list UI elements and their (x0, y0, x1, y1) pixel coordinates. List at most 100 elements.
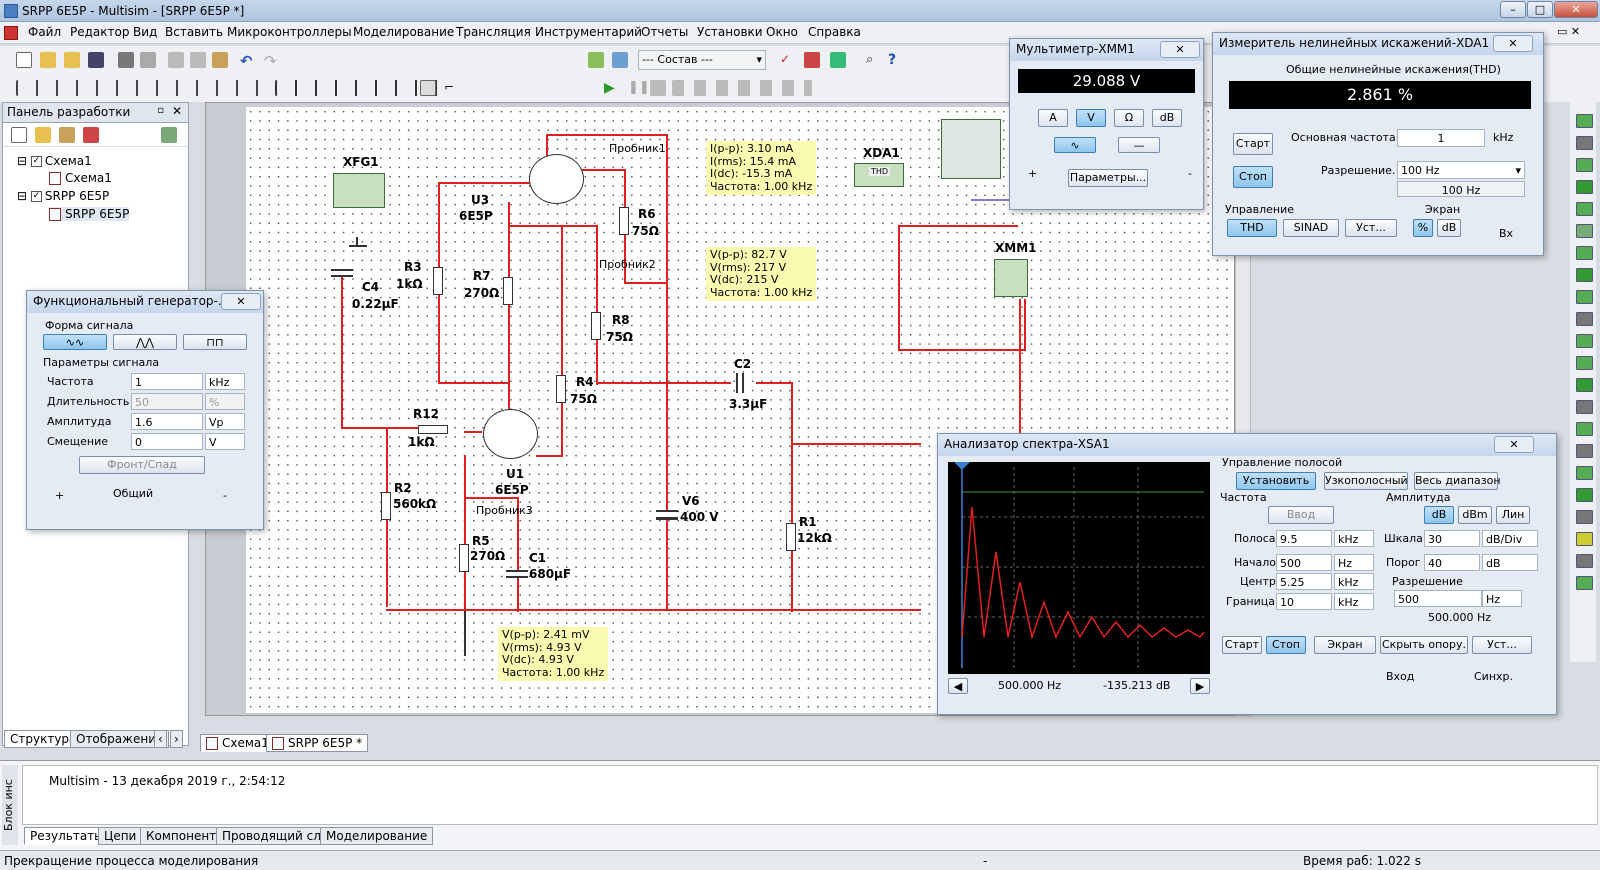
wire[interactable] (438, 182, 533, 184)
wire[interactable] (666, 134, 668, 609)
thd-settings-button[interactable]: Уст... (1345, 219, 1397, 237)
set-span-button[interactable]: Установить (1236, 472, 1316, 490)
zero-span-button[interactable]: Узкополосный (1324, 472, 1408, 490)
erc-icon[interactable]: ✓ (780, 52, 796, 68)
enter-button[interactable]: Ввод (1268, 506, 1334, 524)
spectrum-analyzer-xsa1[interactable] (941, 119, 1001, 179)
battery-v6[interactable] (656, 510, 678, 520)
threshold-unit[interactable]: dB (1482, 554, 1538, 571)
instrument-oscilloscope-icon[interactable] (1576, 180, 1593, 194)
end-freq-unit[interactable]: kHz (1334, 593, 1374, 610)
wire[interactable] (341, 427, 386, 429)
resistor-r4[interactable] (556, 375, 566, 403)
cursor-right-button[interactable]: ▶ (1190, 678, 1210, 694)
component-icon[interactable] (588, 52, 604, 68)
amplitude-input[interactable]: 1.6 (131, 413, 203, 430)
multimeter-dialog-title[interactable]: Мультиметр-XMM1 ✕ (1010, 39, 1203, 61)
span-unit[interactable]: kHz (1334, 530, 1374, 547)
frequency-input[interactable]: 1 (131, 373, 203, 390)
capacitor-c2[interactable] (736, 373, 744, 393)
tab-srpp[interactable]: SRPP 6E5P * (266, 734, 369, 752)
tab-nets[interactable]: Цепи (98, 827, 143, 845)
instrument-current-probe-icon[interactable] (1576, 554, 1593, 568)
wire[interactable] (791, 382, 793, 612)
instrument-distortion-icon[interactable] (1576, 356, 1593, 370)
multimeter-params-button[interactable]: Параметры... (1068, 169, 1148, 187)
rise-fall-button[interactable]: Фронт/Спад (79, 456, 205, 474)
tube-u3[interactable] (529, 154, 584, 204)
center-freq-unit[interactable]: kHz (1334, 573, 1374, 590)
wire[interactable] (386, 427, 421, 429)
maximize-button[interactable]: □ (1527, 1, 1553, 18)
sinad-mode-button[interactable]: SINAD (1283, 219, 1339, 237)
toolbox-side-tab[interactable]: Блок инс (2, 765, 18, 845)
resolution-select[interactable]: 100 Hz ▾ (1397, 161, 1525, 179)
wire[interactable] (624, 282, 668, 284)
mode-volt-button[interactable]: V (1076, 109, 1106, 127)
frequency-unit[interactable]: kHz (205, 373, 245, 390)
mode-db-button[interactable]: dB (1152, 109, 1182, 127)
tree-node-scheme1[interactable]: ⊟ ✓ Схема1 (17, 154, 92, 168)
amplitude-unit[interactable]: Vp (205, 413, 245, 430)
menu-window[interactable]: Окно (766, 25, 798, 39)
instrument-extra-icon[interactable] (1576, 576, 1593, 590)
instrument-4ch-scope-icon[interactable] (1576, 202, 1593, 216)
cut-icon[interactable] (168, 52, 184, 68)
fgen-dialog-title[interactable]: Функциональный генератор-... ✕ (27, 291, 263, 313)
resistor-r3[interactable] (433, 267, 443, 295)
amp-lin-button[interactable]: Лин (1496, 506, 1530, 524)
close-window-button[interactable]: ✕ (1554, 1, 1598, 18)
function-generator-xfg1[interactable] (333, 173, 385, 208)
close-doc-icon[interactable] (83, 127, 99, 143)
amp-db-button[interactable]: dB (1424, 506, 1454, 524)
instrument-probe-icon[interactable] (1576, 510, 1593, 524)
spectrum-start-button[interactable]: Старт (1222, 636, 1262, 654)
thd-stop-button[interactable]: Стоп (1233, 166, 1273, 188)
wire[interactable] (386, 609, 921, 611)
thd-mode-button[interactable]: THD (1227, 219, 1277, 237)
wire[interactable] (756, 382, 791, 384)
wire[interactable] (581, 169, 626, 171)
mode-ohm-button[interactable]: Ω (1114, 109, 1144, 127)
offset-input[interactable]: 0 (131, 433, 203, 450)
amp-dbm-button[interactable]: dBm (1458, 506, 1492, 524)
tree-page-srpp[interactable]: SRPP 6E5P (49, 207, 130, 221)
sine-waveform-button[interactable]: ∿∿ (43, 334, 107, 350)
resolution-unit[interactable]: Hz (1482, 590, 1522, 607)
menu-view[interactable]: Вид (133, 25, 157, 39)
instrument-toggle-icon[interactable] (420, 80, 436, 96)
instrument-word-gen-icon[interactable] (1576, 268, 1593, 282)
instrument-bode-icon[interactable] (1576, 224, 1593, 238)
wire[interactable] (341, 272, 343, 427)
mode-ampere-button[interactable]: A (1038, 109, 1068, 127)
dc-mode-button[interactable]: — (1118, 137, 1160, 153)
offset-unit[interactable]: V (205, 433, 245, 450)
wire[interactable] (596, 382, 731, 384)
tab-results[interactable]: Результаты (24, 827, 110, 845)
instrument-logic-analyzer-icon[interactable] (1576, 290, 1593, 304)
resolution-input[interactable]: 500 (1394, 590, 1482, 607)
menu-options[interactable]: Установки (697, 25, 763, 39)
instrument-logic-converter-icon[interactable] (1576, 312, 1593, 326)
open-sample-icon[interactable] (64, 52, 80, 68)
wire[interactable] (508, 202, 510, 442)
back-annotate-icon[interactable] (804, 52, 820, 68)
resistor-r2[interactable] (381, 492, 391, 520)
menu-tools[interactable]: Инструментарий (535, 25, 642, 39)
stop-icon[interactable] (650, 80, 666, 96)
threshold-input[interactable]: 40 (1424, 554, 1480, 571)
resistor-r12[interactable] (418, 425, 448, 434)
copy-icon[interactable] (190, 52, 206, 68)
close-icon[interactable]: ✕ (172, 104, 182, 118)
start-freq-unit[interactable]: Hz (1334, 554, 1374, 571)
parts-combo[interactable]: --- Состав --- ▾ (638, 50, 766, 70)
wire[interactable] (898, 349, 1026, 351)
save-icon[interactable] (59, 127, 75, 143)
cursor-left-button[interactable]: ◀ (948, 678, 968, 694)
close-icon[interactable]: ✕ (1160, 41, 1200, 58)
resistor-r1[interactable] (786, 523, 796, 551)
settings-icon[interactable] (161, 127, 177, 143)
scale-input[interactable]: 30 (1424, 530, 1480, 547)
tube-u1[interactable] (483, 409, 538, 459)
spectrum-settings-button[interactable]: Уст... (1472, 636, 1532, 654)
